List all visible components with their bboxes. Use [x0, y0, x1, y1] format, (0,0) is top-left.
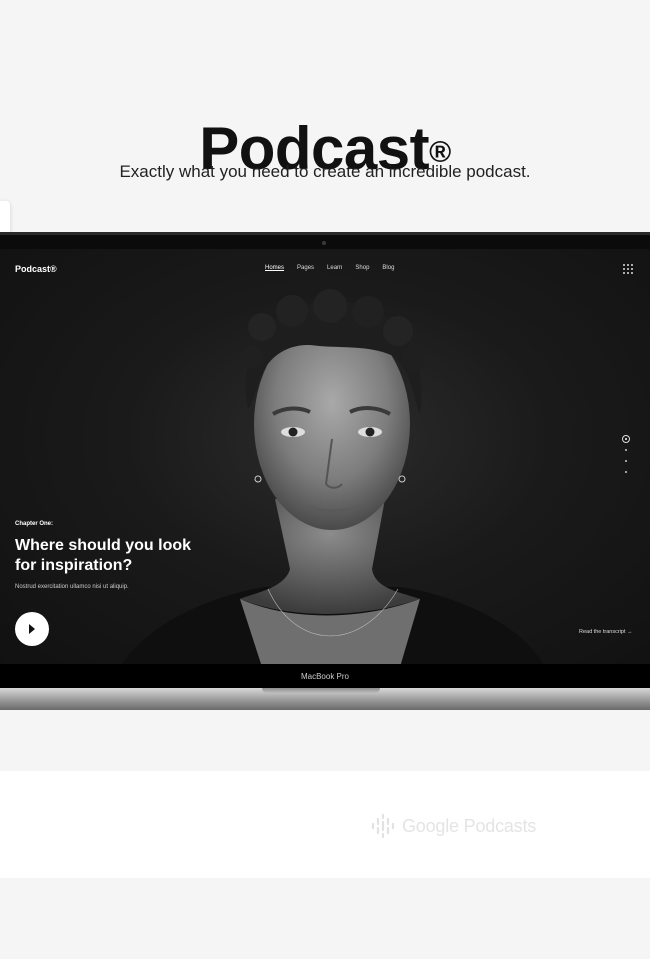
portrait-image	[120, 289, 545, 667]
slide-pagination	[622, 435, 634, 482]
laptop-screen: Podcast® Homes Pages Learn Shop Blog Cha…	[0, 249, 650, 667]
google-podcasts-wordmark: Google Podcasts	[402, 815, 537, 836]
laptop-base	[0, 688, 650, 710]
slide-dot[interactable]	[625, 471, 627, 473]
slide-dot[interactable]	[625, 449, 627, 451]
play-button[interactable]	[15, 612, 49, 646]
site-nav: Homes Pages Learn Shop Blog	[265, 265, 394, 271]
grid-menu-icon[interactable]	[623, 264, 633, 274]
nav-link-blog[interactable]: Blog	[382, 265, 394, 271]
nav-link-pages[interactable]: Pages	[297, 265, 314, 271]
read-transcript-label: Read the transcript	[579, 629, 626, 635]
arrow-right-icon: →	[627, 629, 633, 635]
camera-dot	[322, 241, 326, 245]
device-label: MacBook Pro	[300, 672, 350, 681]
episode-headline: Where should you look for inspiration?	[15, 537, 192, 574]
page-subtitle: Exactly what you need to create an incre…	[119, 162, 531, 181]
nav-link-homes[interactable]: Homes	[265, 265, 284, 271]
laptop-mockup: Podcast® Homes Pages Learn Shop Blog Cha…	[0, 232, 650, 667]
laptop-hinge: MacBook Pro	[0, 664, 650, 688]
episode-lead: Nostrud exercitation ullamco nisi ut ali…	[15, 584, 129, 590]
slide-dot[interactable]	[625, 460, 627, 462]
chapter-label: Chapter One:	[15, 521, 54, 527]
google-podcasts-icon	[371, 813, 395, 839]
laptop-notch	[262, 688, 380, 693]
nav-link-learn[interactable]: Learn	[327, 265, 342, 271]
site-logo[interactable]: Podcast®	[15, 264, 57, 274]
partner-logo-band: Google Podcasts	[0, 771, 650, 878]
read-transcript-link[interactable]: Read the transcript →	[579, 629, 633, 635]
nav-link-shop[interactable]: Shop	[355, 265, 369, 271]
google-podcasts-logo[interactable]: Google Podcasts	[370, 813, 536, 839]
slide-dot-active[interactable]	[622, 435, 630, 443]
